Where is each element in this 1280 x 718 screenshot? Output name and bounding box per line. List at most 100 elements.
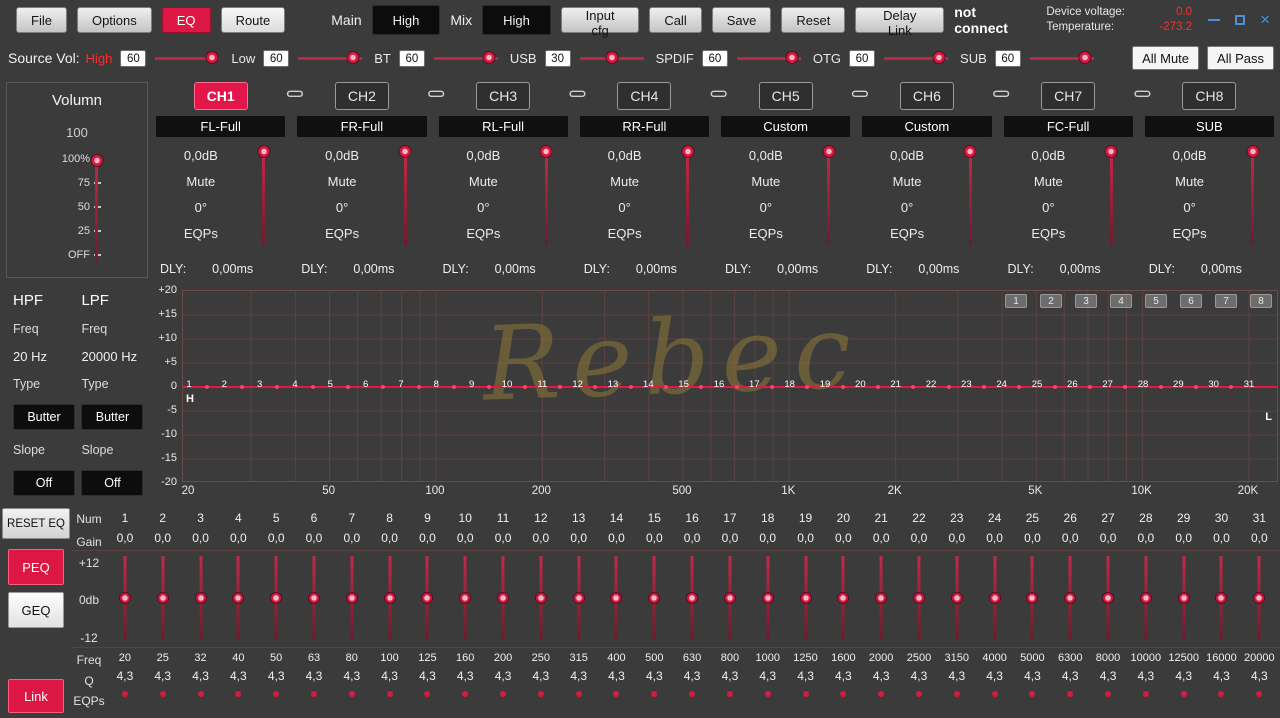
- channel-link-icon[interactable]: ⊂⊃: [992, 87, 1008, 102]
- slider-thumb[interactable]: [119, 592, 131, 604]
- band-gain-slider[interactable]: [635, 549, 673, 646]
- channel-button-ch4[interactable]: CH4: [617, 82, 671, 110]
- slider-thumb[interactable]: [1078, 51, 1091, 64]
- options-button[interactable]: Options: [77, 7, 152, 33]
- band-gain-slider[interactable]: [144, 549, 182, 646]
- band-eqp-dot[interactable]: [198, 691, 204, 697]
- source-input-slider[interactable]: [434, 51, 498, 65]
- channel-eqps-button[interactable]: EQPs: [1139, 221, 1241, 247]
- slider-thumb[interactable]: [1215, 592, 1227, 604]
- channel-phase-button[interactable]: 0°: [291, 195, 393, 221]
- slider-thumb[interactable]: [837, 592, 849, 604]
- channel-level-slider[interactable]: [399, 145, 413, 245]
- graph-band-dot[interactable]: [558, 385, 562, 389]
- graph-band-dot[interactable]: [1229, 385, 1233, 389]
- delay-value[interactable]: 0,00ms: [918, 262, 959, 276]
- memory-button-4[interactable]: 4: [1110, 294, 1132, 308]
- slider-thumb[interactable]: [1253, 592, 1265, 604]
- band-eqp-dot[interactable]: [424, 691, 430, 697]
- slider-thumb[interactable]: [482, 51, 495, 64]
- band-eqp-dot[interactable]: [576, 691, 582, 697]
- channel-eqps-button[interactable]: EQPs: [998, 221, 1100, 247]
- source-vol-value[interactable]: 60: [120, 50, 146, 67]
- channel-button-ch6[interactable]: CH6: [900, 82, 954, 110]
- channel-mode-button[interactable]: Custom: [861, 115, 992, 138]
- band-gain-slider[interactable]: [106, 549, 144, 646]
- call-button[interactable]: Call: [649, 7, 701, 33]
- eq-plot[interactable]: Rebec H L 12345678 123456789101112131415…: [182, 290, 1278, 482]
- close-icon[interactable]: ×: [1260, 13, 1270, 27]
- graph-band-dot[interactable]: [311, 385, 315, 389]
- graph-band-dot[interactable]: [1123, 385, 1127, 389]
- band-eqp-dot[interactable]: [1143, 691, 1149, 697]
- mix-level-button[interactable]: High: [482, 5, 551, 35]
- graph-band-dot[interactable]: [1088, 385, 1092, 389]
- band-eqp-dot[interactable]: [387, 691, 393, 697]
- channel-gain-value[interactable]: 0,0dB: [291, 143, 393, 169]
- band-gain-slider[interactable]: [900, 549, 938, 646]
- channel-link-icon[interactable]: ⊂⊃: [1133, 87, 1149, 102]
- band-eqp-dot[interactable]: [613, 691, 619, 697]
- band-eqp-dot[interactable]: [273, 691, 279, 697]
- graph-band-dot[interactable]: [240, 385, 244, 389]
- memory-button-1[interactable]: 1: [1005, 294, 1027, 308]
- slider-thumb[interactable]: [497, 592, 509, 604]
- lpf-freq-value[interactable]: 20000 Hz: [81, 349, 145, 364]
- band-eqp-dot[interactable]: [954, 691, 960, 697]
- graph-band-dot[interactable]: [876, 385, 880, 389]
- band-eqp-dot[interactable]: [538, 691, 544, 697]
- source-vol-slider[interactable]: [155, 51, 219, 65]
- channel-mute-button[interactable]: Mute: [574, 169, 676, 195]
- slider-thumb[interactable]: [257, 145, 270, 158]
- lpf-type-button[interactable]: Butter: [81, 404, 143, 430]
- band-gain-slider[interactable]: [598, 549, 636, 646]
- graph-band-dot[interactable]: [205, 385, 209, 389]
- memory-button-6[interactable]: 6: [1180, 294, 1202, 308]
- band-eqp-dot[interactable]: [803, 691, 809, 697]
- band-eqp-dot[interactable]: [235, 691, 241, 697]
- slider-thumb[interactable]: [1246, 145, 1259, 158]
- channel-link-icon[interactable]: ⊂⊃: [568, 87, 584, 102]
- slider-thumb[interactable]: [964, 145, 977, 158]
- geq-button[interactable]: GEQ: [8, 592, 64, 628]
- band-gain-slider[interactable]: [862, 549, 900, 646]
- channel-phase-button[interactable]: 0°: [856, 195, 958, 221]
- band-gain-slider[interactable]: [333, 549, 371, 646]
- channel-mode-button[interactable]: RL-Full: [438, 115, 569, 138]
- memory-button-7[interactable]: 7: [1215, 294, 1237, 308]
- hpf-slope-button[interactable]: Off: [13, 470, 75, 496]
- channel-gain-value[interactable]: 0,0dB: [998, 143, 1100, 169]
- slider-thumb[interactable]: [724, 592, 736, 604]
- graph-band-dot[interactable]: [1159, 385, 1163, 389]
- band-eqp-dot[interactable]: [992, 691, 998, 697]
- band-gain-slider[interactable]: [371, 549, 409, 646]
- slider-thumb[interactable]: [205, 51, 218, 64]
- channel-phase-button[interactable]: 0°: [150, 195, 252, 221]
- eq-tab-button[interactable]: EQ: [162, 7, 211, 33]
- source-input-value[interactable]: 30: [545, 50, 571, 67]
- band-eqp-dot[interactable]: [122, 691, 128, 697]
- channel-eqps-button[interactable]: EQPs: [856, 221, 958, 247]
- save-button[interactable]: Save: [712, 7, 772, 33]
- source-input-value[interactable]: 60: [849, 50, 875, 67]
- reset-eq-button[interactable]: RESET EQ: [2, 508, 70, 539]
- channel-gain-value[interactable]: 0,0dB: [1139, 143, 1241, 169]
- slider-thumb[interactable]: [686, 592, 698, 604]
- slider-thumb[interactable]: [421, 592, 433, 604]
- band-eqp-dot[interactable]: [1256, 691, 1262, 697]
- channel-mute-button[interactable]: Mute: [150, 169, 252, 195]
- band-eqp-dot[interactable]: [1029, 691, 1035, 697]
- delay-value[interactable]: 0,00ms: [1201, 262, 1242, 276]
- slider-thumb[interactable]: [195, 592, 207, 604]
- band-gain-slider[interactable]: [1165, 549, 1203, 646]
- band-eqp-dot[interactable]: [1181, 691, 1187, 697]
- band-gain-slider[interactable]: [560, 549, 598, 646]
- graph-band-dot[interactable]: [770, 385, 774, 389]
- maximize-icon[interactable]: [1235, 15, 1245, 25]
- graph-band-dot[interactable]: [982, 385, 986, 389]
- link-button[interactable]: Link: [8, 679, 64, 713]
- band-eqp-dot[interactable]: [462, 691, 468, 697]
- channel-phase-button[interactable]: 0°: [433, 195, 535, 221]
- hpf-handle[interactable]: H: [186, 393, 194, 405]
- band-gain-slider[interactable]: [182, 549, 220, 646]
